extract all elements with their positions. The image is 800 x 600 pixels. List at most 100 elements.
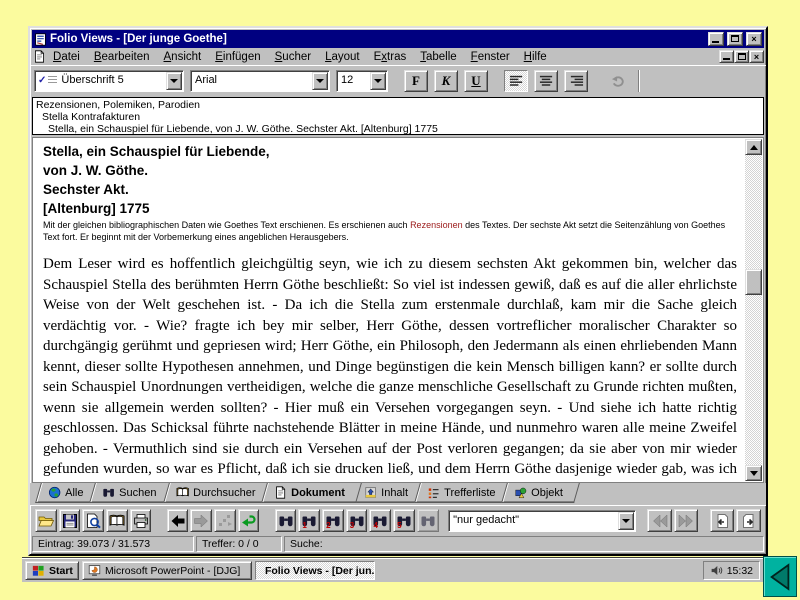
next-page-icon [741, 513, 757, 529]
title-bar[interactable]: Folio Views - [Der junge Goethe] × [32, 30, 764, 48]
heading-line: von J. W. Göthe. [43, 161, 737, 180]
menu-extras[interactable]: Extras [367, 50, 414, 64]
status-hits: Treffer: 0 / 0 [196, 536, 282, 552]
start-button[interactable]: Start [25, 561, 79, 580]
tab-trefferliste[interactable]: Trefferliste [414, 483, 512, 503]
open-folder-icon [38, 513, 54, 529]
history-trail-button[interactable] [214, 509, 236, 532]
font-dropdown-button[interactable] [312, 72, 328, 90]
open-button[interactable] [35, 509, 57, 532]
query-2-button[interactable]: 2 [322, 509, 344, 532]
menu-hilfe[interactable]: Hilfe [517, 50, 554, 64]
browse-button[interactable] [106, 509, 128, 532]
query-4-button[interactable]: 4 [369, 509, 391, 532]
chevron-down-icon [622, 519, 630, 527]
doc-close-button[interactable]: × [749, 50, 764, 63]
menu-ansicht[interactable]: Ansicht [157, 50, 209, 64]
minimize-icon [723, 58, 730, 60]
chevron-down-icon [374, 79, 382, 87]
previous-partition-button[interactable] [710, 509, 735, 532]
underline-button[interactable]: U [464, 70, 488, 92]
rezensionen-link[interactable]: Rezensionen [410, 220, 463, 230]
scrollbar-thumb[interactable] [745, 269, 762, 295]
menu-bearbeiten[interactable]: Bearbeiten [87, 50, 157, 64]
tab-label: Alle [65, 487, 83, 499]
print-button[interactable] [130, 509, 152, 532]
menu-datei[interactable]: Datei [46, 50, 87, 64]
search-toolbar: 1 2 3 4 5 "nur gedacht" [30, 505, 766, 535]
minimize-button[interactable] [708, 32, 724, 46]
menu-layout[interactable]: Layout [318, 50, 367, 64]
tab-suchen[interactable]: Suchen [89, 483, 173, 503]
previous-hit-button[interactable] [647, 509, 672, 532]
taskbar-item-powerpoint[interactable]: Microsoft PowerPoint - [DJG] [82, 561, 252, 580]
scroll-down-button[interactable] [745, 465, 762, 481]
fontsize-dropdown-button[interactable] [370, 72, 386, 90]
status-entry: Eintrag: 39.073 / 31.573 [32, 536, 194, 552]
view-tab-bar: Alle Suchen Durchsucher Dokument Inhalt … [30, 483, 766, 505]
reference-level-3: Stella, ein Schauspiel für Liebende, von… [36, 123, 760, 135]
speaker-icon[interactable] [710, 564, 723, 577]
tab-label: Durchsucher [193, 487, 255, 499]
query-1-button[interactable]: 1 [298, 509, 320, 532]
restore-button[interactable] [727, 32, 743, 46]
align-center-button[interactable] [534, 70, 558, 92]
menu-sucher[interactable]: Sucher [268, 50, 318, 64]
query-3-button[interactable]: 3 [346, 509, 368, 532]
style-combobox[interactable]: ✓ Überschrift 5 [34, 70, 184, 92]
bold-button[interactable]: F [404, 70, 428, 92]
go-forward-button[interactable] [190, 509, 212, 532]
restore-icon [731, 35, 739, 42]
find-in-document-button[interactable] [82, 509, 104, 532]
tab-objekt[interactable]: Objekt [501, 483, 580, 503]
chevron-up-icon [750, 141, 758, 150]
task-label: Folio Views - [Der jun... [265, 565, 375, 577]
close-button[interactable]: × [746, 32, 762, 46]
reference-level-2: Stella Kontrafakturen [36, 111, 760, 123]
heading-line: Stella, ein Schauspiel für Liebende, [43, 142, 737, 161]
close-icon: × [754, 52, 759, 62]
align-right-icon [569, 73, 584, 88]
history-icon [217, 513, 233, 529]
slide-back-button[interactable] [763, 556, 797, 597]
chevron-down-icon [316, 79, 324, 87]
menu-fenster[interactable]: Fenster [464, 50, 517, 64]
object-icon [514, 486, 527, 499]
query-number: 2 [326, 522, 330, 530]
font-combobox[interactable]: Arial [190, 70, 330, 92]
windows-flag-icon [31, 565, 45, 577]
heading-line: Sechster Akt. [43, 180, 737, 199]
save-button[interactable] [59, 509, 81, 532]
search-document-icon [85, 513, 101, 529]
return-to-hit-button[interactable] [238, 509, 260, 532]
taskbar-item-folio-views[interactable]: Folio Views - [Der jun... [255, 561, 375, 580]
tab-durchsucher[interactable]: Durchsucher [163, 483, 272, 503]
font-combobox-value: Arial [191, 71, 311, 91]
next-hit-button[interactable] [674, 509, 699, 532]
query-5-button[interactable]: 5 [393, 509, 415, 532]
query-dropdown-button[interactable] [618, 512, 634, 530]
align-left-icon [509, 73, 524, 88]
document-heading: Stella, ein Schauspiel für Liebende, von… [43, 142, 737, 218]
align-left-button[interactable] [504, 70, 528, 92]
doc-restore-button[interactable] [734, 50, 749, 63]
align-right-button[interactable] [564, 70, 588, 92]
tab-dokument[interactable]: Dokument [261, 483, 362, 503]
clear-query-button[interactable] [417, 509, 439, 532]
style-dropdown-button[interactable] [166, 72, 182, 90]
tab-label: Objekt [531, 487, 563, 499]
tab-inhalt[interactable]: Inhalt [351, 483, 425, 503]
scroll-up-button[interactable] [745, 139, 762, 155]
vertical-scrollbar[interactable] [745, 139, 762, 481]
menu-tabelle[interactable]: Tabelle [413, 50, 463, 64]
italic-button[interactable]: K [434, 70, 458, 92]
go-back-button[interactable] [167, 509, 189, 532]
toolbar-separator [638, 70, 640, 92]
doc-minimize-button[interactable] [719, 50, 734, 63]
fontsize-combobox[interactable]: 12 [336, 70, 388, 92]
next-partition-button[interactable] [736, 509, 761, 532]
menu-einfuegen[interactable]: Einfügen [208, 50, 267, 64]
query-combobox[interactable]: "nur gedacht" [448, 510, 636, 532]
undo-button[interactable] [606, 70, 630, 92]
query-button[interactable] [275, 509, 297, 532]
